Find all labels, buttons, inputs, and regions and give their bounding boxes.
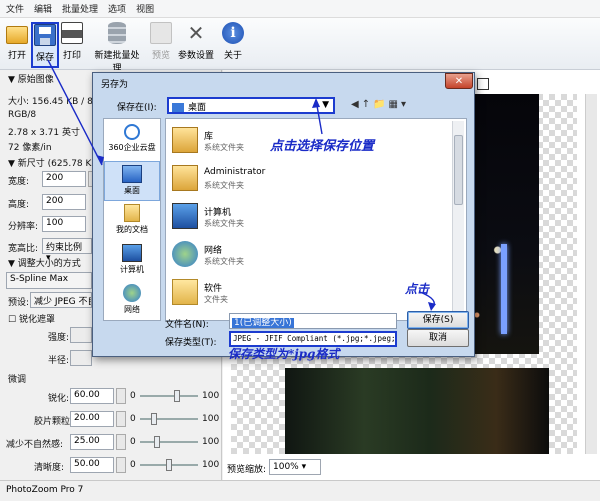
- arrow-head: [312, 98, 320, 108]
- arrow-head: [96, 155, 104, 165]
- annotation-click: 点击: [405, 282, 430, 296]
- arrow-save-to-desktop: [47, 59, 103, 166]
- annotation-choose-location: 点击选择保存位置: [270, 139, 375, 154]
- annotation-save-type: 保存类型为*jpg格式: [228, 347, 340, 361]
- annotation-arrows: [47, 59, 436, 311]
